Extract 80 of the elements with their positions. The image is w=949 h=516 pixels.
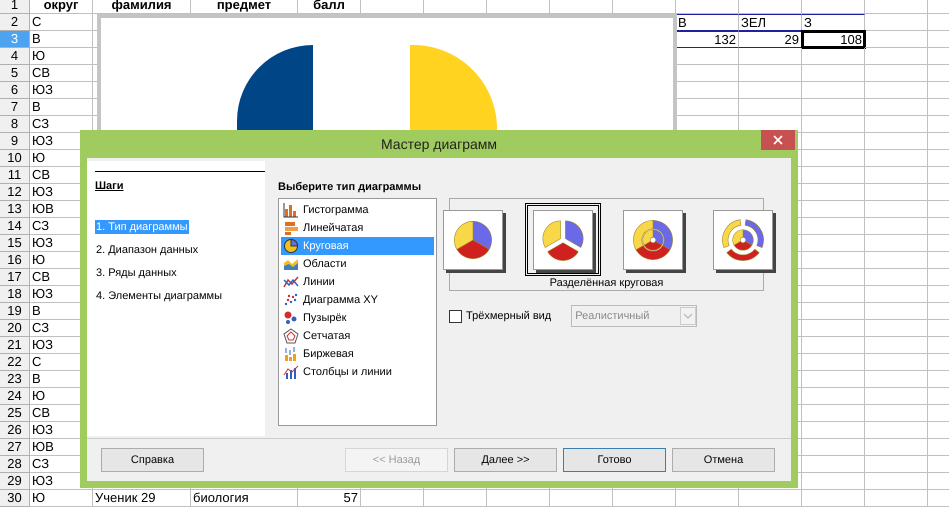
- row-header[interactable]: 24: [0, 388, 30, 405]
- step-item[interactable]: 4. Элементы диаграммы: [95, 288, 224, 302]
- table-cell: Ю: [30, 490, 93, 507]
- checkbox[interactable]: [449, 310, 462, 322]
- table-cell: Ю: [30, 48, 93, 65]
- row-header[interactable]: 19: [0, 303, 30, 320]
- row-header[interactable]: 15: [0, 235, 30, 252]
- row-header[interactable]: 10: [0, 150, 30, 167]
- row-header[interactable]: 28: [0, 456, 30, 473]
- table-cell: биология: [191, 490, 298, 507]
- checkbox-label: Трёхмерный вид: [466, 308, 552, 324]
- row-header[interactable]: 21: [0, 337, 30, 354]
- table-cell: З: [802, 14, 865, 31]
- bar-chart-icon: [283, 220, 299, 236]
- line-chart-icon: [283, 274, 299, 290]
- row-header[interactable]: 27: [0, 439, 30, 456]
- row-header[interactable]: 8: [0, 116, 30, 133]
- row-header[interactable]: 6: [0, 82, 30, 99]
- row-header[interactable]: 23: [0, 371, 30, 388]
- table-cell: 108: [802, 31, 865, 48]
- row-header[interactable]: 9: [0, 133, 30, 150]
- row-header[interactable]: 26: [0, 422, 30, 439]
- table-cell: Ученик 29: [93, 490, 191, 507]
- dialog-button[interactable]: Далее >>: [454, 448, 557, 472]
- chart-object[interactable]: [97, 14, 677, 130]
- table-cell: СВ: [30, 65, 93, 82]
- row-header[interactable]: 1: [0, 0, 30, 14]
- step-item[interactable]: 3. Ряды данных: [95, 266, 178, 280]
- steps-heading: Шаги: [95, 179, 125, 194]
- step-item[interactable]: 2. Диапазон данных: [95, 242, 200, 256]
- chart-type-item[interactable]: Биржевая: [281, 345, 434, 363]
- scatter-chart-icon: [283, 292, 299, 308]
- stock-chart-icon: [283, 346, 299, 362]
- row-header[interactable]: 4: [0, 48, 30, 65]
- area-chart-icon: [283, 256, 299, 272]
- table-cell: ЮЗ: [30, 82, 93, 99]
- column-chart-icon: [283, 202, 299, 218]
- row-header[interactable]: 25: [0, 405, 30, 422]
- row-header[interactable]: 20: [0, 320, 30, 337]
- bubble-chart-icon: [283, 310, 299, 326]
- row-header[interactable]: 14: [0, 218, 30, 235]
- table-cell: В: [30, 99, 93, 116]
- variant-label: Разделённая круговая: [550, 276, 664, 290]
- row-header[interactable]: 7: [0, 99, 30, 116]
- dialog-button[interactable]: Готово: [563, 448, 666, 472]
- table-cell: 57: [298, 490, 361, 507]
- chart-type-heading: Выберите тип диаграммы: [278, 180, 422, 195]
- column-line-chart-icon: [283, 364, 299, 380]
- chart-type-item[interactable]: Столбцы и линии: [281, 363, 434, 381]
- table-cell: 29: [739, 31, 802, 48]
- close-icon: [773, 135, 783, 145]
- chart-type-item[interactable]: Гистограмма: [281, 201, 434, 219]
- chart-type-item[interactable]: Линии: [281, 273, 434, 291]
- chart-type-item[interactable]: Диаграмма XY: [281, 291, 434, 309]
- row-header[interactable]: 17: [0, 269, 30, 286]
- dialog-button[interactable]: Справка: [101, 448, 204, 472]
- table-cell: В: [30, 31, 93, 48]
- row-header[interactable]: 5: [0, 65, 30, 82]
- row-header[interactable]: 22: [0, 354, 30, 371]
- row-header[interactable]: 16: [0, 252, 30, 269]
- row-header[interactable]: 13: [0, 201, 30, 218]
- close-button[interactable]: [761, 130, 795, 150]
- chart-type-item[interactable]: Сетчатая: [281, 327, 434, 345]
- chart-type-item[interactable]: Линейчатая: [281, 219, 434, 237]
- table-cell: округ: [30, 0, 93, 14]
- row-header[interactable]: 30: [0, 490, 30, 507]
- variant-option[interactable]: [524, 203, 600, 276]
- table-cell: ЗЕЛ: [739, 14, 802, 31]
- dialog-button[interactable]: Отмена: [672, 448, 775, 472]
- row-header[interactable]: 11: [0, 167, 30, 184]
- row-header[interactable]: 29: [0, 473, 30, 490]
- chart-type-item[interactable]: Области: [281, 255, 434, 273]
- radar-chart-icon: [283, 328, 299, 344]
- table-cell: С: [30, 14, 93, 31]
- row-header[interactable]: 2: [0, 14, 30, 31]
- window-title: Мастер диаграмм: [380, 135, 498, 154]
- pie-chart-icon: [283, 238, 299, 254]
- chart-type-item[interactable]: Пузырёк: [281, 309, 434, 327]
- row-header[interactable]: 12: [0, 184, 30, 201]
- row-header[interactable]: 18: [0, 286, 30, 303]
